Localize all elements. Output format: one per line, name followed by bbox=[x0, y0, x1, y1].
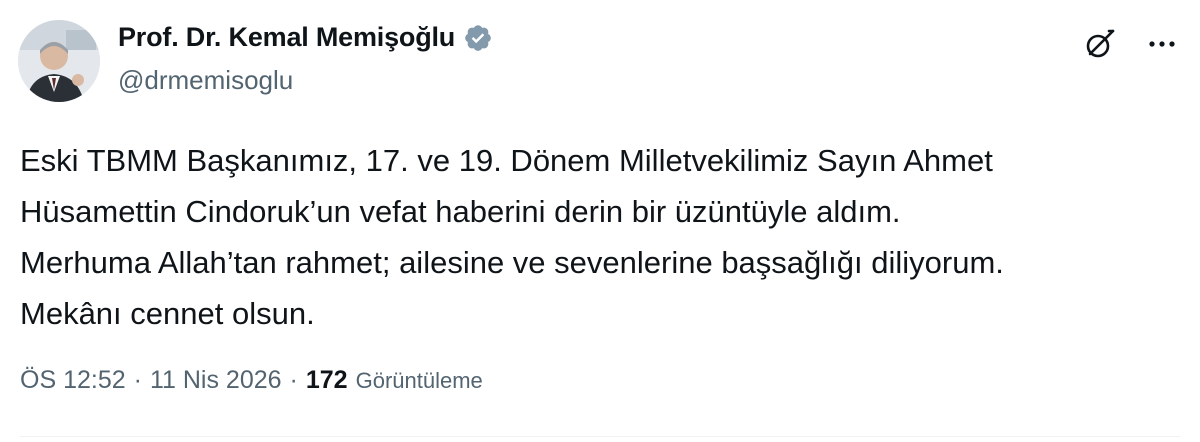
tweet-date[interactable]: 11 Nis 2026 bbox=[150, 366, 282, 395]
grok-icon bbox=[1086, 29, 1115, 58]
views-count[interactable]: 172 bbox=[306, 366, 348, 395]
tweet-text-line: Eski TBMM Başkanımız, 17. ve 19. Dönem M… bbox=[20, 143, 993, 178]
tweet-actions bbox=[1080, 24, 1182, 64]
tweet-text-line: Hüsamettin Cindoruk’un vefat haberini de… bbox=[20, 194, 901, 229]
tweet-time[interactable]: ÖS 12:52 bbox=[20, 366, 126, 395]
more-button[interactable] bbox=[1142, 24, 1182, 64]
meta-separator: · bbox=[289, 366, 298, 394]
more-icon bbox=[1149, 41, 1175, 47]
tweet-text: Eski TBMM Başkanımız, 17. ve 19. Dönem M… bbox=[20, 135, 1180, 339]
verified-badge-icon bbox=[463, 23, 493, 53]
name-row: Prof. Dr. Kemal Memişoğlu bbox=[118, 22, 493, 53]
tweet-meta: ÖS 12:52 · 11 Nis 2026 · 172 Görüntüleme bbox=[20, 366, 483, 395]
avatar-photo bbox=[18, 20, 100, 102]
views-label[interactable]: Görüntüleme bbox=[356, 368, 483, 394]
handle[interactable]: @drmemisoglu bbox=[118, 65, 493, 96]
avatar[interactable] bbox=[18, 20, 100, 102]
display-name[interactable]: Prof. Dr. Kemal Memişoğlu bbox=[118, 22, 455, 53]
author-block: Prof. Dr. Kemal Memişoğlu @drmemisoglu bbox=[118, 22, 493, 96]
tweet-text-line: Merhuma Allah’tan rahmet; ailesine ve se… bbox=[20, 245, 1004, 280]
divider bbox=[20, 436, 1180, 437]
grok-button[interactable] bbox=[1080, 24, 1120, 64]
meta-separator: · bbox=[133, 366, 142, 394]
tweet-card: Prof. Dr. Kemal Memişoğlu @drmemisoglu E… bbox=[0, 0, 1200, 442]
tweet-text-line: Mekânı cennet olsun. bbox=[20, 296, 315, 331]
